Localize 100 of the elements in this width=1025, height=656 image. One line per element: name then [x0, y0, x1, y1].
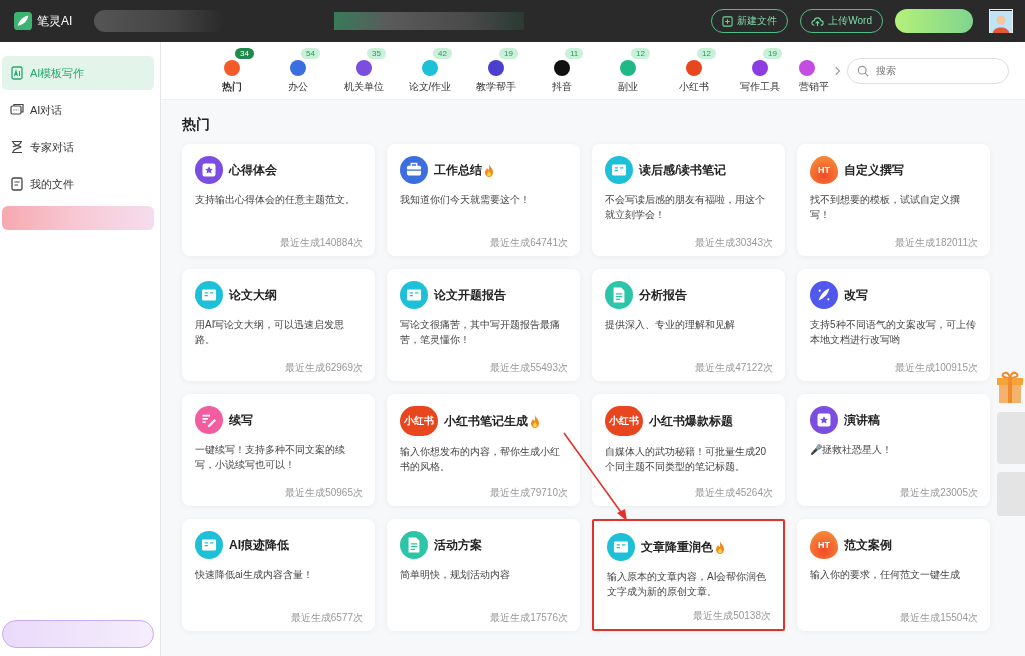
gift-icon[interactable] [995, 370, 1025, 404]
feather-icon [810, 281, 838, 309]
pen-icon [195, 406, 223, 434]
usage-count: 最近生成47122次 [694, 361, 773, 375]
template-card[interactable]: 论文大纲 用AI写论文大纲，可以迅速启发思路。 最近生成62969次 [182, 269, 375, 381]
blurred-banner[interactable] [2, 620, 154, 648]
count-badge: 12 [697, 47, 716, 59]
brand-name: 笔灵AI [37, 12, 73, 30]
usage-count: 最近生成79710次 [489, 486, 568, 500]
sidebar-item[interactable]: 我的文件 [2, 167, 154, 201]
card-description: 支持5种不同语气的文案改写，可上传本地文档进行改写哟 [810, 318, 977, 347]
template-card[interactable]: 演讲稿 🎤拯救社恐星人！ 最近生成23005次 [797, 394, 990, 506]
template-card[interactable]: HT 范文案例 输入你的要求，任何范文一键生成 最近生成15504次 [797, 519, 990, 631]
sidebar-item[interactable]: 专家对话 [2, 130, 154, 164]
template-card[interactable]: 续写 一键续写！支持多种不同文案的续写，小说续写也可以！ 最近生成50965次 [182, 394, 375, 506]
usage-count: 最近生成55493次 [489, 361, 568, 375]
card-title: 续写 [229, 411, 253, 429]
section-title: 热门 [182, 116, 211, 134]
category-tab[interactable]: 19 写作工具 [727, 47, 793, 94]
category-tab[interactable]: 12 副业 [595, 47, 661, 94]
document-icon [400, 531, 428, 559]
card-title: 演讲稿 [844, 411, 880, 429]
category-tab[interactable]: 34 热门 [199, 47, 265, 94]
template-card[interactable]: 活动方案 简单明快，规划活动内容 最近生成17576次 [387, 519, 580, 631]
category-tab[interactable]: 12 小红书 [661, 47, 727, 94]
cloud-upload-icon [811, 15, 825, 27]
chat-icon [10, 103, 24, 117]
card-title: 读后感/读书笔记 [639, 161, 727, 179]
card-description: 输入你的要求，任何范文一键生成 [810, 568, 961, 582]
usage-count: 最近生成100915次 [893, 361, 978, 375]
card-description: 用AI写论文大纲，可以迅速启发思路。 [195, 318, 346, 347]
template-card[interactable]: HT 自定义撰写 找不到想要的模板，试试自定义撰写！ 最近生成182011次 [797, 144, 990, 256]
template-card[interactable]: 工作总结 我知道你们今天就需要这个！ 最近生成64741次 [387, 144, 580, 256]
usage-count: 最近生成50965次 [284, 486, 363, 500]
usage-count: 最近生成45264次 [694, 486, 773, 500]
sidebar-item[interactable]: AI对话 [2, 93, 154, 127]
card-description: 提供深入、专业的理解和见解 [605, 318, 736, 332]
blurred-area[interactable] [895, 9, 973, 33]
usage-count: 最近生成182011次 [894, 236, 978, 250]
card-description: 写论文很痛苦，其中写开题报告最痛苦，笔灵懂你！ [400, 318, 561, 347]
template-card[interactable]: 改写 支持5种不同语气的文案改写，可上传本地文档进行改写哟 最近生成100915次 [797, 269, 990, 381]
search-icon [857, 64, 869, 77]
usage-count: 最近生成64741次 [489, 236, 568, 250]
template-card[interactable]: 论文开题报告 写论文很痛苦，其中写开题报告最痛苦，笔灵懂你！ 最近生成55493次 [387, 269, 580, 381]
card-title: 论文开题报告 [434, 286, 506, 304]
category-tab[interactable]: 营销平 [793, 47, 827, 94]
plus-icon [722, 15, 734, 27]
category-tab[interactable]: 35 机关单位 [331, 47, 397, 94]
usage-count: 最近生成6577次 [289, 611, 363, 625]
category-tab[interactable]: 19 教学帮手 [463, 47, 529, 94]
card-title: 分析报告 [639, 286, 687, 304]
card-title: 论文大纲 [229, 286, 277, 304]
card-description: 简单明快，规划活动内容 [400, 568, 511, 582]
card-title: 小红书爆款标题 [649, 412, 733, 430]
card-description: 输入你想发布的内容，帮你生成小红书的风格。 [400, 445, 561, 474]
category-tab[interactable]: 11 抖音 [529, 47, 595, 94]
flame-badge: HT [810, 156, 838, 184]
card-title: 活动方案 [434, 536, 482, 554]
flame-badge: HT [810, 531, 838, 559]
card-description: 找不到想要的模板，试试自定义撰写！ [810, 193, 961, 222]
chevron-right-icon[interactable] [835, 65, 841, 76]
category-tab[interactable]: 54 办公 [265, 47, 331, 94]
card-title: 范文案例 [844, 536, 892, 554]
logo-badge: 小红书 [605, 406, 643, 436]
card-description: 一键续写！支持多种不同文案的续写，小说续写也可以！ [195, 443, 346, 472]
usage-count: 最近生成62969次 [284, 361, 363, 375]
card-title: AI痕迹降低 [229, 536, 289, 554]
template-card[interactable]: 文章降重润色 输入原本的文章内容，AI会帮你润色文字成为新的原创文章。 最近生成50138次 [592, 519, 785, 631]
usage-count: 最近生成140884次 [278, 236, 363, 250]
card-title: 小红书笔记生成 [444, 412, 528, 430]
avatar[interactable] [989, 9, 1013, 33]
usage-count: 最近生成50138次 [692, 609, 771, 623]
leaf-icon [14, 12, 32, 30]
document-ai-icon [10, 66, 24, 80]
count-badge: 19 [499, 47, 518, 59]
usage-count: 最近生成23005次 [899, 486, 978, 500]
template-card[interactable]: 分析报告 提供深入、专业的理解和见解 最近生成47122次 [592, 269, 785, 381]
card-title: 工作总结 [434, 161, 482, 179]
search-field[interactable]: 搜索 [847, 57, 1009, 84]
template-card[interactable]: AI痕迹降低 快速降低ai生成内容含量！ 最近生成6577次 [182, 519, 375, 631]
logo-badge: 小红书 [400, 406, 438, 436]
count-badge: 34 [235, 47, 254, 59]
count-badge: 12 [631, 47, 650, 59]
template-card[interactable]: 心得体会 支持输出心得体会的任意主题范文。 最近生成140884次 [182, 144, 375, 256]
card-description: 自媒体人的武功秘籍！可批量生成20个同主题不同类型的笔记标题。 [605, 445, 768, 474]
count-badge: 35 [367, 47, 386, 59]
category-tab[interactable]: 42 论文/作业 [397, 47, 463, 94]
template-card[interactable]: 小红书 小红书爆款标题 自媒体人的武功秘籍！可批量生成20个同主题不同类型的笔记标题。 最近生成45264次 [592, 394, 785, 506]
count-badge: 19 [763, 47, 782, 59]
template-card[interactable]: 读后感/读书笔记 不会写读后感的朋友有福啦，用这个就立刻学会！ 最近生成30343次 [592, 144, 785, 256]
card-title: 自定义撰写 [844, 161, 904, 179]
card-description: 快速降低ai生成内容含量！ [195, 568, 314, 582]
usage-count: 最近生成15504次 [899, 611, 978, 625]
card-description: 输入原本的文章内容，AI会帮你润色文字成为新的原创文章。 [607, 570, 768, 599]
card-description: 支持输出心得体会的任意主题范文。 [195, 193, 356, 207]
card-title: 心得体会 [229, 161, 277, 179]
document-icon [605, 281, 633, 309]
card-title: 文章降重润色 [641, 538, 713, 556]
usage-count: 最近生成30343次 [694, 236, 773, 250]
template-card[interactable]: 小红书 小红书笔记生成 输入你想发布的内容，帮你生成小红书的风格。 最近生成79710次 [387, 394, 580, 506]
